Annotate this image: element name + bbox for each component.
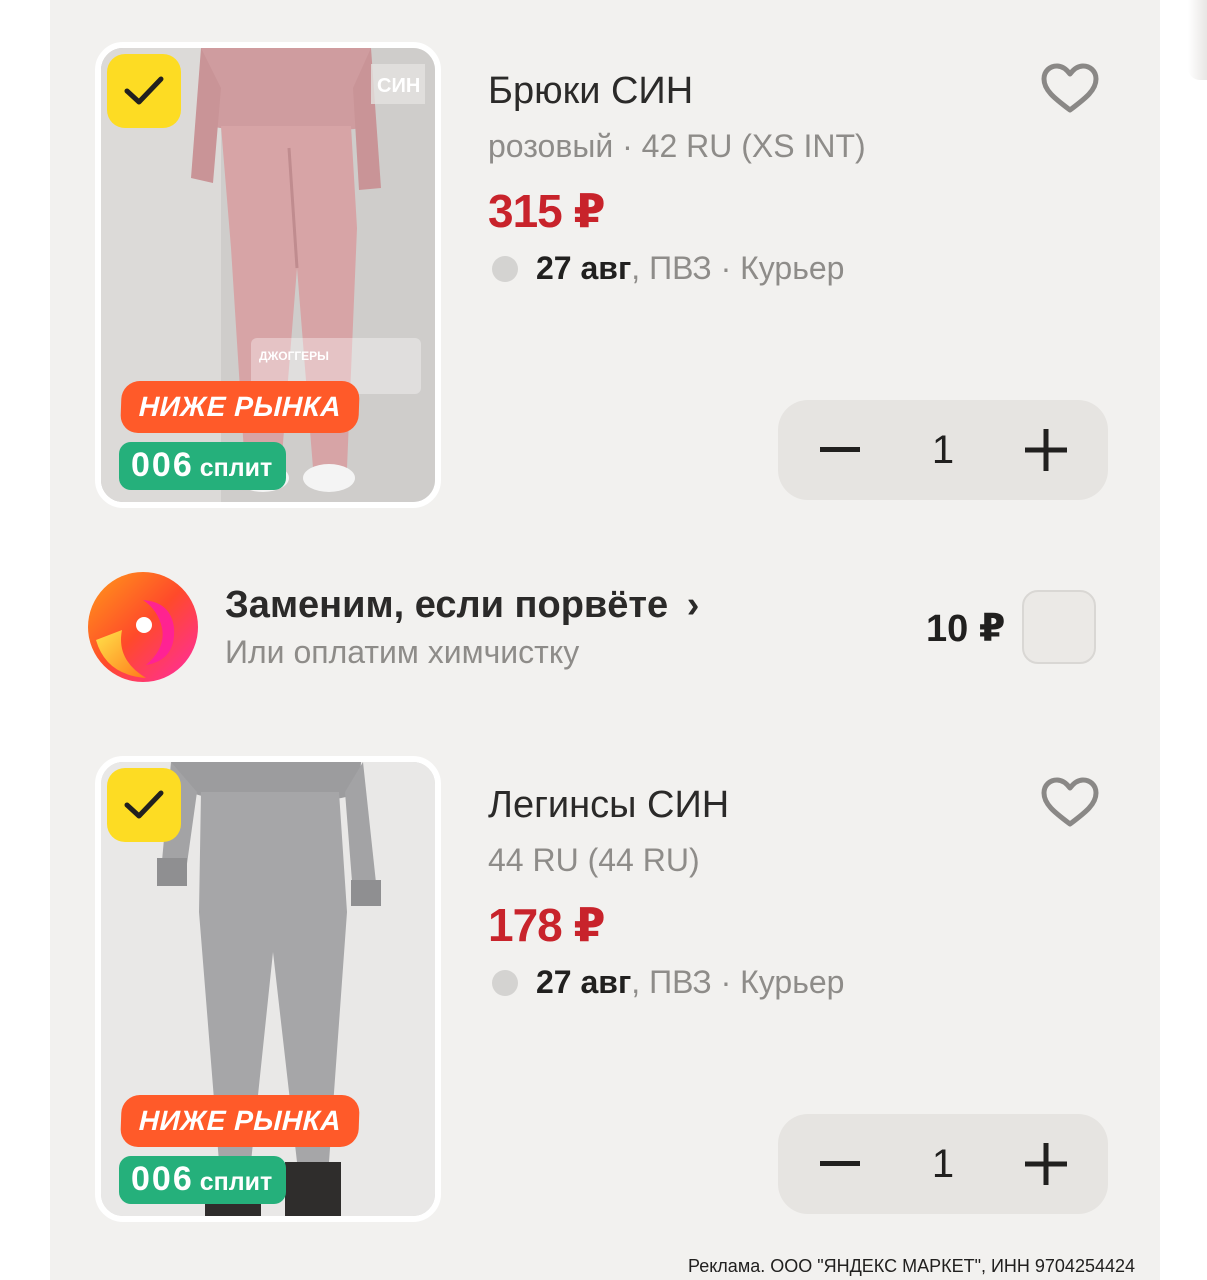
below-market-badge: НИЖЕ РЫНКА xyxy=(120,381,361,433)
product-photo[interactable]: СИН ДЖОГГЕРЫ НИЖЕ РЫНКА 006 сплит xyxy=(95,42,441,508)
plus-icon xyxy=(1025,1143,1067,1185)
split-label: сплит xyxy=(199,1168,273,1196)
product-title[interactable]: Легинсы СИН xyxy=(488,784,729,827)
select-checkbox[interactable] xyxy=(107,768,181,842)
delivery-info: 27 авг , ПВЗ · Курьер xyxy=(492,250,844,287)
ad-disclaimer: Реклама. ООО "ЯНДЕКС МАРКЕТ", ИНН 970425… xyxy=(688,1256,1136,1276)
favorite-heart-icon[interactable] xyxy=(1040,62,1100,116)
quantity-stepper: 1 xyxy=(778,400,1108,500)
decrease-button[interactable] xyxy=(816,426,864,474)
chevron-right-icon: › xyxy=(686,584,700,626)
product-photo[interactable]: НИЖЕ РЫНКА 006 сплит xyxy=(95,756,441,1222)
below-market-badge: НИЖЕ РЫНКА xyxy=(120,1095,361,1147)
split-label: сплит xyxy=(199,454,273,482)
split-number: 006 xyxy=(131,1160,194,1198)
cart-item: СИН ДЖОГГЕРЫ НИЖЕ РЫНКА 006 сплит Брюки … xyxy=(50,42,1160,512)
service-title[interactable]: Заменим, если порвёте › xyxy=(225,584,699,627)
increase-button[interactable] xyxy=(1022,426,1070,474)
delivery-date: 27 авг xyxy=(536,964,632,1000)
photo-brand-text: СИН xyxy=(377,75,420,97)
delivery-info: 27 авг , ПВЗ · Курьер xyxy=(492,964,844,1001)
check-icon xyxy=(124,76,164,105)
tear-insurance-row: Заменим, если порвёте › Или оплатим химч… xyxy=(50,566,1160,686)
delivery-method: , ПВЗ · Курьер xyxy=(631,250,845,286)
product-price: 315 ₽ xyxy=(488,185,606,237)
select-checkbox[interactable] xyxy=(107,54,181,128)
quantity-stepper: 1 xyxy=(778,1114,1108,1214)
product-variant: розовый · 42 RU (XS INT) xyxy=(488,128,866,164)
scroll-edge xyxy=(1188,0,1207,80)
service-price: 10 ₽ xyxy=(926,608,1006,650)
product-price: 178 ₽ xyxy=(488,899,606,951)
product-variant: 44 RU (44 RU) xyxy=(488,842,700,878)
favorite-heart-icon[interactable] xyxy=(1040,776,1100,830)
service-subtitle: Или оплатим химчистку xyxy=(225,634,580,670)
service-logo-icon xyxy=(88,572,198,682)
delivery-method: , ПВЗ · Курьер xyxy=(631,964,845,1000)
delivery-dot-icon xyxy=(492,255,518,282)
service-title-text: Заменим, если порвёте xyxy=(225,584,669,626)
decrease-button[interactable] xyxy=(816,1140,864,1188)
delivery-date: 27 авг xyxy=(536,250,632,286)
product-title[interactable]: Брюки СИН xyxy=(488,70,693,113)
quantity-value: 1 xyxy=(931,1141,955,1186)
cart-item: НИЖЕ РЫНКА 006 сплит Легинсы СИН 44 RU (… xyxy=(50,756,1160,1226)
quantity-value: 1 xyxy=(931,427,955,472)
photo-caption: ДЖОГГЕРЫ xyxy=(259,349,329,363)
plus-icon xyxy=(1025,429,1067,471)
minus-icon xyxy=(820,447,860,452)
delivery-dot-icon xyxy=(492,969,518,996)
split-badge: 006 сплит xyxy=(119,442,287,490)
service-checkbox[interactable] xyxy=(1022,590,1096,664)
increase-button[interactable] xyxy=(1022,1140,1070,1188)
minus-icon xyxy=(820,1161,860,1166)
check-icon xyxy=(124,790,164,819)
split-badge: 006 сплит xyxy=(119,1156,287,1204)
split-number: 006 xyxy=(131,446,194,484)
